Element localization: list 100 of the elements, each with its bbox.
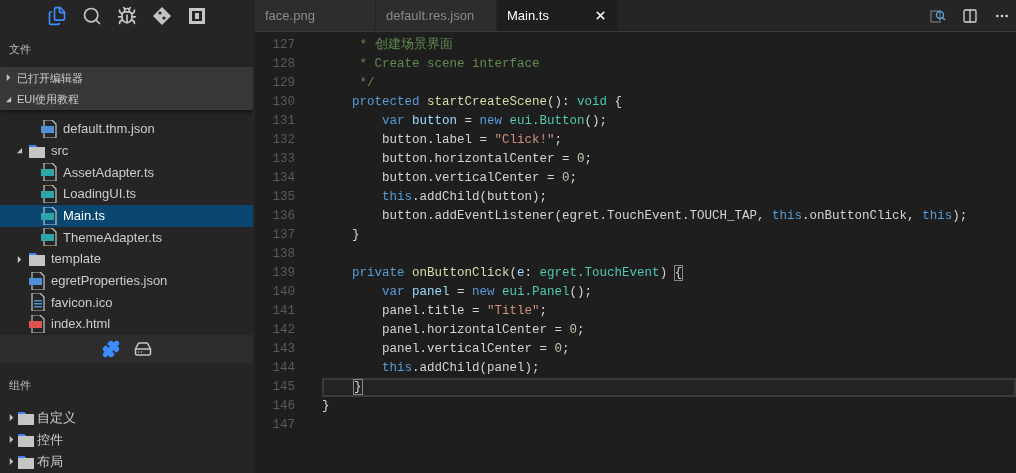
- code-line: button.verticalCenter = 0;: [381, 171, 578, 186]
- tree-item[interactable]: ThemeAdapter.ts: [0, 226, 253, 249]
- explorer-title: 文件: [9, 42, 31, 57]
- line-number: 128: [271, 56, 295, 73]
- line-number: 132: [271, 132, 295, 149]
- line-number: 129: [271, 75, 295, 92]
- file-name: Main.ts: [63, 207, 105, 225]
- folder-name: 布局: [37, 453, 63, 472]
- bug-icon[interactable]: [117, 5, 137, 26]
- line-number: 146: [271, 398, 295, 415]
- code-line: panel.title = "Title";: [381, 304, 548, 319]
- tree-item[interactable]: LoadingUI.ts: [0, 183, 253, 205]
- folder-icon: [29, 252, 45, 267]
- ts-file-icon: [41, 163, 57, 182]
- code-line: }: [351, 228, 360, 243]
- tree-item[interactable]: 布局: [0, 450, 253, 473]
- line-number: 135: [271, 189, 295, 206]
- json-file-icon: [29, 271, 45, 290]
- split-editor-icon[interactable]: [962, 7, 978, 24]
- line-number: 140: [271, 284, 295, 301]
- tree-item[interactable]: index.html: [0, 313, 253, 335]
- code-line: }: [353, 380, 362, 395]
- editor-tab[interactable]: face.png: [255, 0, 376, 31]
- tree-item[interactable]: AssetAdapter.ts: [0, 161, 253, 184]
- line-number: 137: [271, 227, 295, 244]
- section-header[interactable]: EUI使用教程: [0, 88, 253, 111]
- text-file-icon: [29, 293, 45, 312]
- ts-file-icon: [41, 206, 57, 225]
- json-file-icon: [41, 120, 57, 139]
- code-line: protected startCreateScene(): void {: [351, 95, 623, 110]
- close-icon[interactable]: [594, 9, 607, 22]
- file-name: LoadingUI.ts: [63, 185, 136, 204]
- expanded-arrow-icon[interactable]: [16, 147, 23, 155]
- code-line: }: [322, 399, 330, 414]
- collapsed-arrow-icon[interactable]: [16, 255, 23, 263]
- tree-item[interactable]: default.thm.json: [0, 118, 253, 140]
- tree-item[interactable]: favicon.ico: [0, 291, 253, 314]
- line-number: 139: [271, 265, 295, 282]
- editor-tab[interactable]: default.res.json: [376, 0, 497, 31]
- file-name: AssetAdapter.ts: [63, 163, 155, 182]
- line-number: 147: [271, 417, 295, 434]
- code-line: * Create scene interface: [358, 57, 540, 72]
- folder-icon: [18, 454, 34, 469]
- line-number: 142: [271, 322, 295, 339]
- line-number: 133: [271, 151, 295, 168]
- code-line: private onButtonClick(e: egret.TouchEvent) {: [351, 266, 683, 281]
- code-line: var panel = new eui.Panel();: [381, 285, 593, 300]
- frame-icon[interactable]: [187, 5, 207, 26]
- tree-item[interactable]: 控件: [0, 428, 253, 451]
- puzzle-icon[interactable]: [101, 339, 120, 358]
- line-number: 143: [271, 341, 295, 358]
- tree-item[interactable]: template: [0, 248, 253, 270]
- folder-icon: [18, 410, 34, 425]
- drive-icon[interactable]: [133, 339, 152, 358]
- tree-item[interactable]: 自定义: [0, 406, 253, 429]
- code-line: this.addChild(button);: [381, 190, 548, 205]
- line-number: 138: [271, 246, 295, 263]
- code-line: button.addEventListener(egret.TouchEvent.TOUCH_TAP, this.onButtonClick, this);: [381, 209, 968, 224]
- code-line: button.label = "Click!";: [381, 133, 563, 148]
- find-icon[interactable]: [930, 7, 946, 24]
- code-line: var button = new eui.Button();: [381, 114, 608, 129]
- file-name: index.html: [51, 315, 111, 334]
- line-number: 131: [271, 113, 295, 130]
- code-line: * 创建场景界面: [358, 38, 453, 53]
- line-number: 134: [271, 170, 295, 187]
- search-icon[interactable]: [82, 5, 102, 26]
- code-line: this.addChild(panel);: [381, 361, 540, 376]
- line-number: 127: [271, 37, 295, 54]
- collapsed-arrow-icon[interactable]: [8, 458, 15, 466]
- folder-icon: [18, 432, 34, 447]
- collapsed-arrow-icon[interactable]: [5, 74, 12, 82]
- file-name: ThemeAdapter.ts: [63, 228, 162, 247]
- code-line: */: [358, 76, 375, 91]
- components-title: 组件: [9, 377, 31, 393]
- line-number: 145: [271, 379, 295, 396]
- line-number: 141: [271, 303, 295, 320]
- section-header[interactable]: 已打开编辑器: [0, 67, 253, 89]
- folder-name: 自定义: [37, 409, 76, 428]
- folder-icon: [29, 143, 45, 158]
- file-name: favicon.ico: [51, 293, 113, 312]
- collapsed-arrow-icon[interactable]: [8, 414, 15, 422]
- ts-file-icon: [41, 185, 57, 204]
- code-line: panel.verticalCenter = 0;: [381, 342, 570, 357]
- git-icon[interactable]: [152, 5, 172, 26]
- editor-tab[interactable]: Main.ts: [497, 0, 618, 31]
- files-icon[interactable]: [47, 5, 67, 26]
- collapsed-arrow-icon[interactable]: [8, 436, 15, 444]
- code-line: panel.horizontalCenter = 0;: [381, 323, 585, 338]
- file-name: template: [51, 250, 101, 269]
- file-name: default.thm.json: [63, 120, 155, 139]
- line-number: 144: [271, 360, 295, 377]
- file-name: egretProperties.json: [51, 272, 168, 290]
- line-number: 130: [271, 94, 295, 111]
- tree-item[interactable]: Main.ts: [0, 204, 253, 227]
- html-file-icon: [29, 315, 45, 334]
- line-number: 136: [271, 208, 295, 225]
- tree-item[interactable]: egretProperties.json: [0, 269, 253, 292]
- tree-item[interactable]: src: [0, 139, 253, 162]
- expanded-arrow-icon[interactable]: [5, 96, 12, 103]
- ts-file-icon: [41, 228, 57, 247]
